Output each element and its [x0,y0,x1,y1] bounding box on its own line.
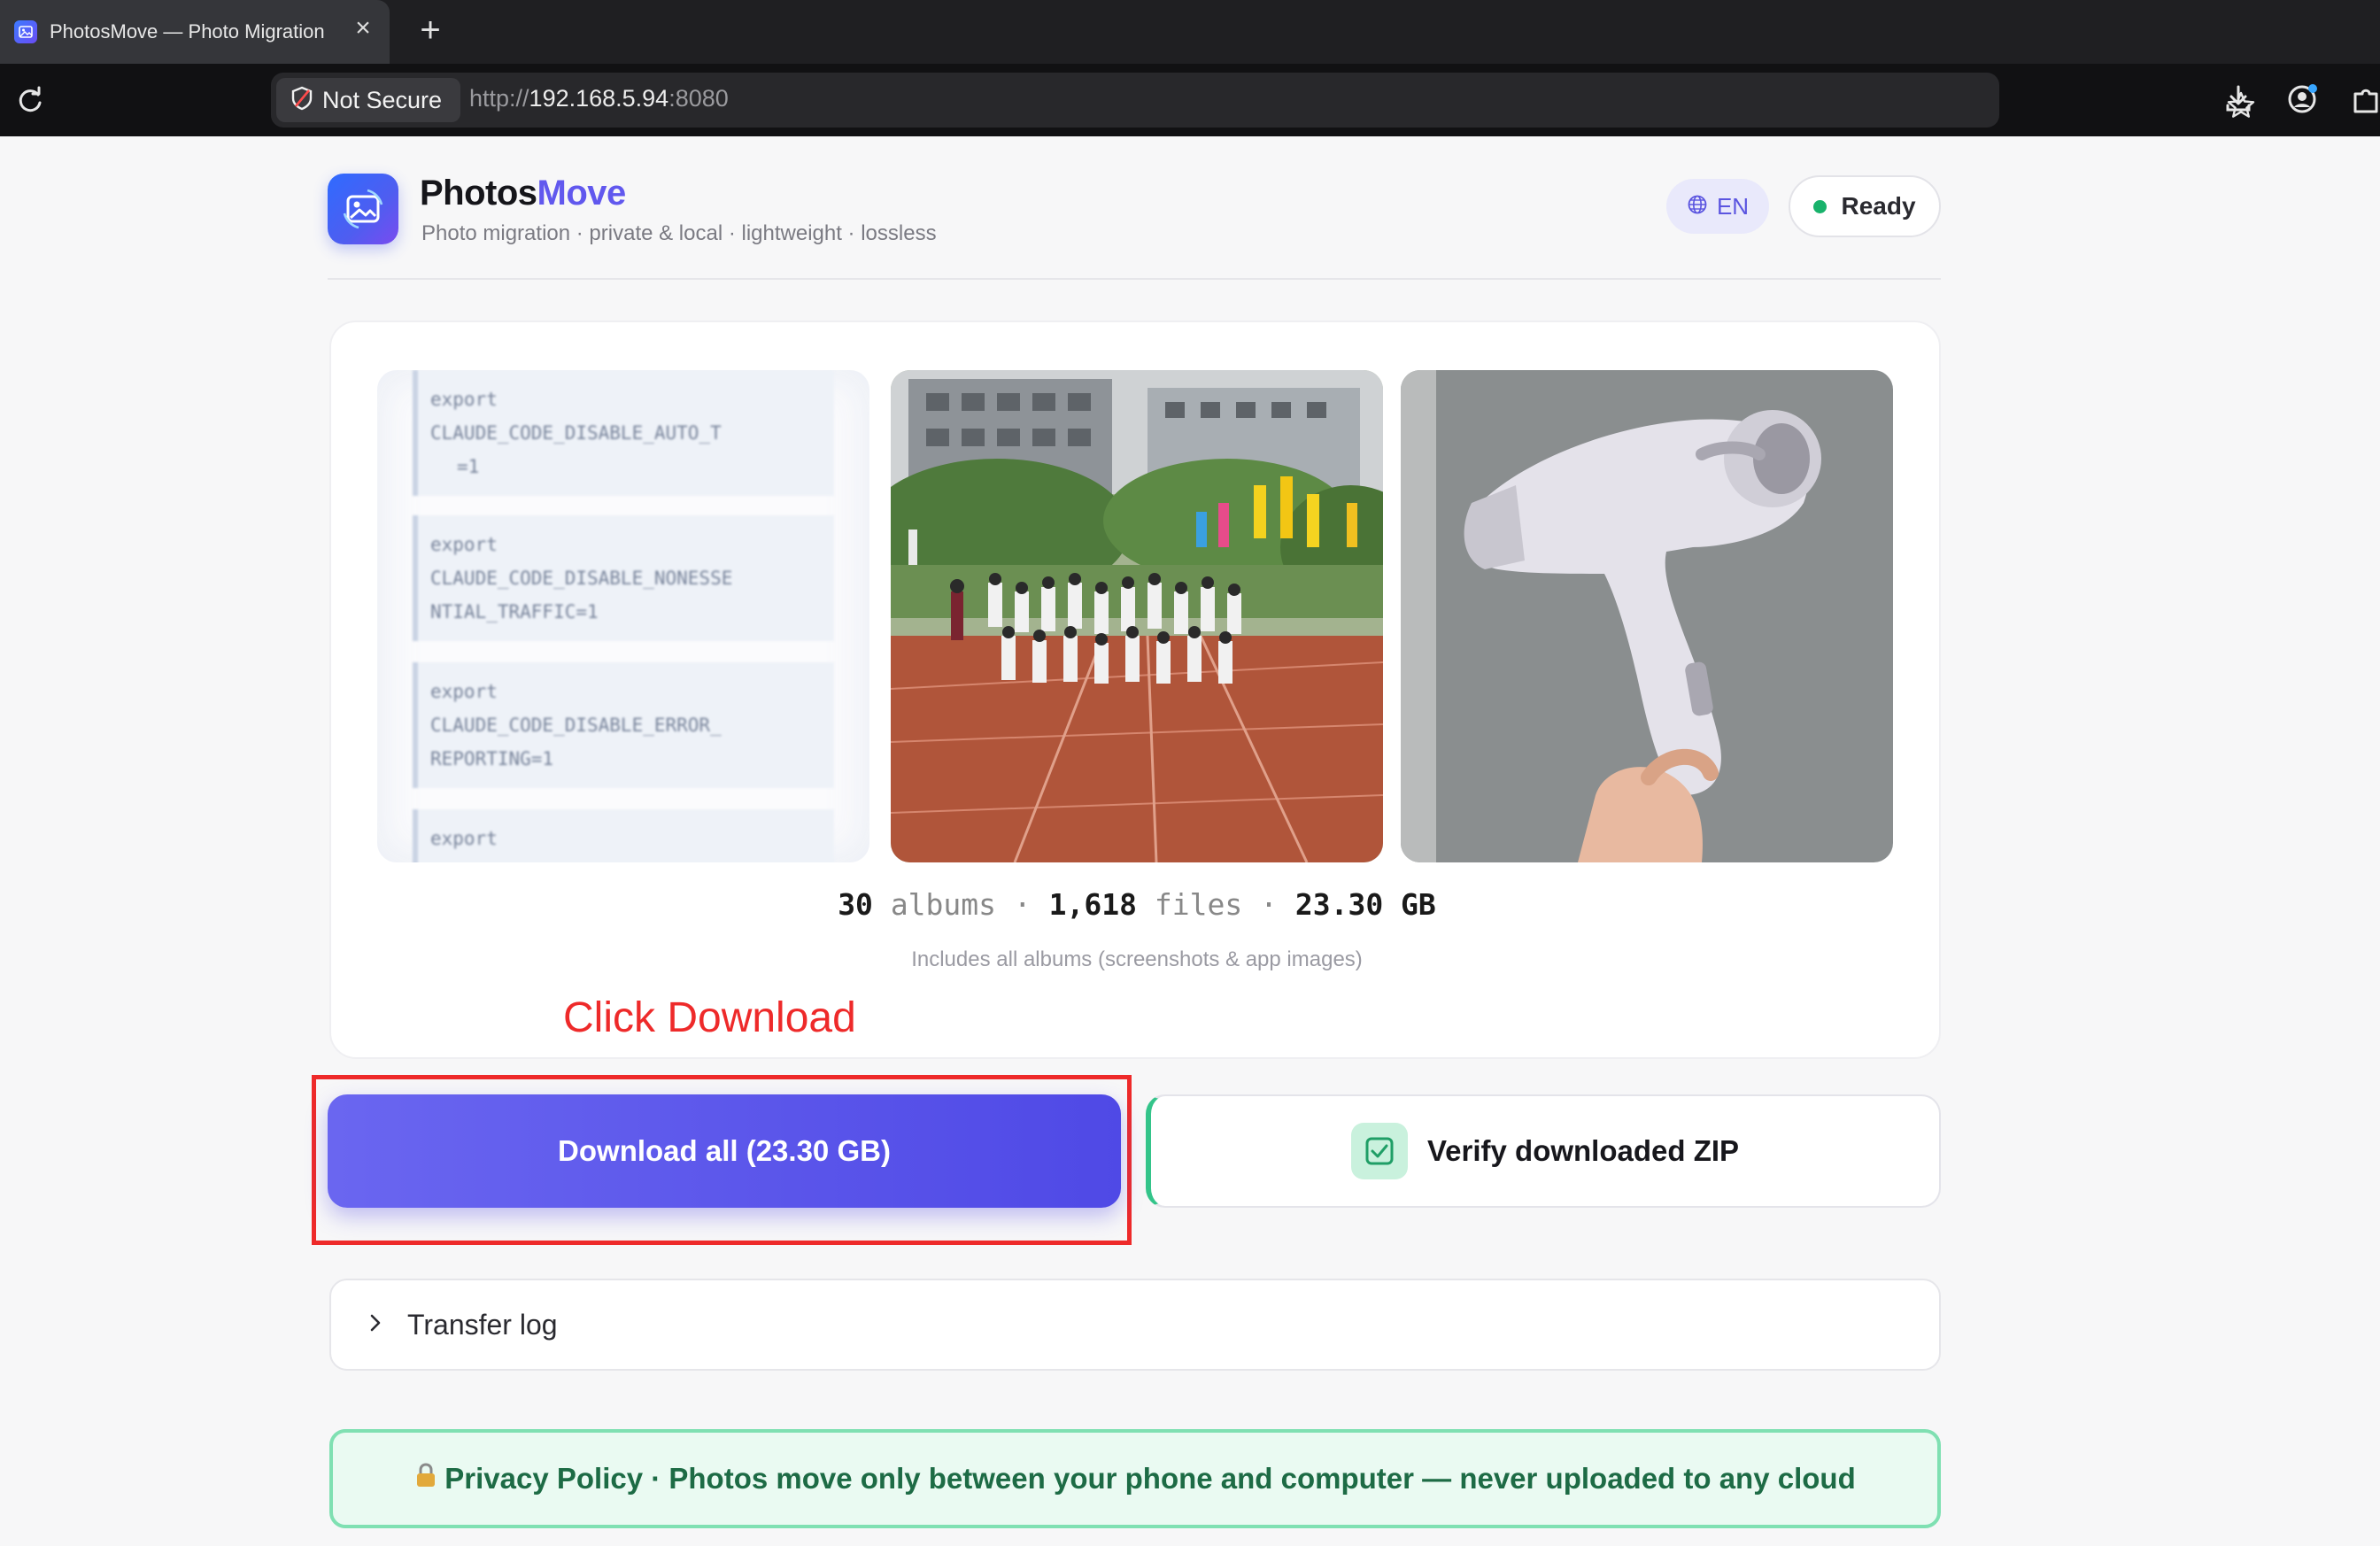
download-all-button[interactable]: Download all (23.30 GB) [328,1094,1121,1208]
files-count: 1,618 [1048,887,1137,922]
reload-icon[interactable] [12,83,48,119]
app-tagline: Photo migration · private & local · ligh… [421,221,937,245]
albums-count: 30 [838,887,873,922]
app-title: PhotosMove [420,174,626,213]
language-label: EN [1716,192,1750,220]
language-switcher[interactable]: EN [1666,179,1769,234]
transfer-log-label: Transfer log [407,1308,558,1341]
status-label: Ready [1841,192,1916,220]
verify-zip-button[interactable]: Verify downloaded ZIP [1146,1094,1941,1208]
code-snippet: export CLAUDE_CODE_DISABLE_ERROR_ REPORT… [413,662,834,788]
close-tab-icon[interactable]: × [351,15,375,42]
preview-thumbnail-screenshot: export CLAUDE_CODE_DISABLE_AUTO_T =1 exp… [377,370,869,862]
url-scheme: http:// [469,85,529,112]
checkbox-check-icon [1350,1123,1408,1179]
code-snippet: export [413,809,834,862]
download-all-label: Download all (23.30 GB) [558,1134,891,1167]
security-label: Not Secure [322,86,443,113]
extensions-icon[interactable] [2348,81,2380,117]
url-port: :8080 [668,85,729,112]
privacy-banner: Privacy Policy · Photos move only betwee… [329,1429,1941,1528]
brand-main: Photos [420,174,537,213]
transfer-log-toggle[interactable]: Transfer log [329,1279,1941,1371]
files-label: files [1154,887,1243,922]
security-indicator[interactable]: Not Secure [276,78,460,122]
total-size: 23.30 GB [1294,887,1436,922]
preview-thumbnail-sports-track [891,370,1383,862]
code-snippet: export CLAUDE_CODE_DISABLE_NONESSE NTIAL… [413,515,834,641]
library-stats: 30 albums · 1,618 files · 23.30 GB [331,887,1943,922]
downloads-icon[interactable] [2221,81,2256,117]
new-tab-icon[interactable]: + [413,11,448,50]
shield-warning-icon [289,85,315,116]
lock-icon [414,1462,437,1496]
stats-separator: · [1013,887,1032,922]
url-host: 192.168.5.94 [529,85,669,112]
browser-tab[interactable]: PhotosMove — Photo Migration × [0,0,390,64]
status-dot-icon [1813,199,1828,213]
address-bar[interactable]: Not Secure http://192.168.5.94:8080 [271,73,2255,128]
privacy-text: Privacy Policy · Photos move only betwee… [444,1462,1856,1495]
stats-note: Includes all albums (screenshots & app i… [911,947,1363,971]
library-summary-card: export CLAUDE_CODE_DISABLE_AUTO_T =1 exp… [329,321,1941,1059]
chevron-right-icon [367,1312,384,1338]
tab-title: PhotosMove — Photo Migration [50,20,325,43]
browser-toolbar: Not Secure http://192.168.5.94:8080 [0,64,2380,136]
code-snippet: export CLAUDE_CODE_DISABLE_AUTO_T =1 [413,370,834,496]
albums-label: albums [890,887,997,922]
browser-tab-strip: PhotosMove — Photo Migration × + [0,0,2380,64]
app-header: PhotosMove Photo migration · private & l… [328,172,1941,280]
stats-separator: · [1260,887,1278,922]
preview-thumbnail-hair-dryer [1401,370,1893,862]
url-text[interactable]: http://192.168.5.94:8080 [469,85,729,112]
profile-icon[interactable] [2284,81,2320,117]
brand-accent: Move [537,174,627,213]
instruction-annotation: Click Download [563,994,856,1041]
photosmove-logo-icon [328,174,398,244]
page-content: PhotosMove Photo migration · private & l… [0,136,2380,1546]
verify-zip-label: Verify downloaded ZIP [1426,1134,1740,1167]
globe-icon [1687,194,1708,220]
photosmove-favicon-icon [14,20,37,43]
connection-status-badge: Ready [1789,175,1941,237]
